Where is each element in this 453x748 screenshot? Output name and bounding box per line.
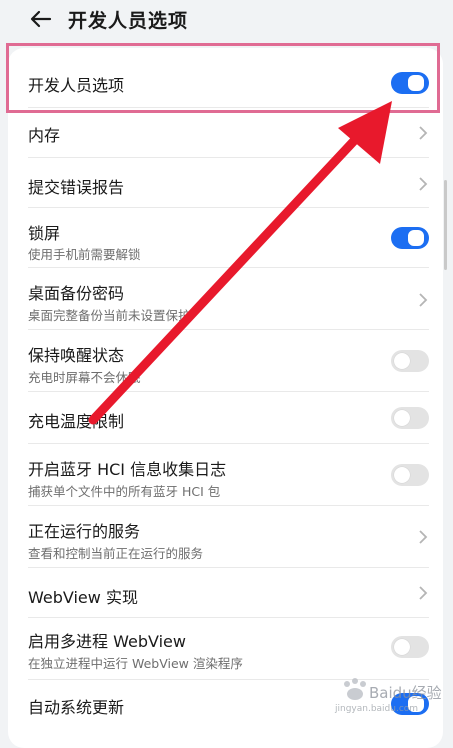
settings-list: 开发人员选项 内存 提交错误报告 锁屏 使用手机前需要解锁 桌面备份密码 桌面完…: [8, 48, 443, 748]
watermark-url: jingyan.baidu.com: [335, 704, 419, 714]
row-title: 锁屏: [28, 224, 61, 243]
row-title: 开启蓝牙 HCI 信息收集日志: [28, 460, 227, 479]
watermark-brand: Baidu经验: [369, 684, 442, 702]
multiprocess-webview-toggle[interactable]: [391, 636, 429, 658]
row-title: 自动系统更新: [28, 698, 125, 717]
row-title: 内存: [28, 126, 61, 145]
chevron-right-icon: [419, 126, 428, 140]
row-title: 保持唤醒状态: [28, 346, 125, 365]
bug-report-row[interactable]: 提交错误报告: [8, 158, 443, 208]
stay-awake-row[interactable]: 保持唤醒状态 充电时屏幕不会休眠: [8, 330, 443, 392]
charge-temp-limit-toggle[interactable]: [391, 407, 429, 429]
chevron-right-icon: [419, 293, 428, 307]
running-services-row[interactable]: 正在运行的服务 查看和控制当前正在运行的服务: [8, 506, 443, 568]
baidu-paw-icon: Baidu经验: [344, 678, 442, 702]
page-title: 开发人员选项: [68, 10, 189, 32]
bluetooth-hci-log-row[interactable]: 开启蓝牙 HCI 信息收集日志 捕获单个文件中的所有蓝牙 HCI 包: [8, 444, 443, 506]
chevron-right-icon: [419, 177, 428, 191]
stay-awake-toggle[interactable]: [391, 350, 429, 372]
lock-screen-row[interactable]: 锁屏 使用手机前需要解锁: [8, 208, 443, 268]
scrollbar[interactable]: [444, 180, 447, 270]
chevron-right-icon: [419, 530, 428, 544]
lock-screen-toggle[interactable]: [391, 227, 429, 249]
row-title: 正在运行的服务: [28, 522, 141, 541]
watermark: Baidu经验 jingyan.baidu.com: [335, 676, 445, 722]
toggle-knob: [394, 639, 410, 655]
multiprocess-webview-row[interactable]: 启用多进程 WebView 在独立进程中运行 WebView 渲染程序: [8, 618, 443, 680]
backup-password-row[interactable]: 桌面备份密码 桌面完整备份当前未设置保护: [8, 268, 443, 330]
bluetooth-hci-log-toggle[interactable]: [391, 464, 429, 486]
toggle-knob: [394, 353, 410, 369]
row-subtitle: 充电时屏幕不会休眠: [28, 370, 141, 385]
row-title: 提交错误报告: [28, 178, 125, 197]
charge-temp-limit-row[interactable]: 充电温度限制: [8, 392, 443, 444]
row-subtitle: 在独立进程中运行 WebView 渲染程序: [28, 656, 243, 671]
chevron-right-icon: [419, 586, 428, 600]
row-title: 启用多进程 WebView: [28, 632, 186, 651]
row-subtitle: 桌面完整备份当前未设置保护: [28, 308, 191, 323]
row-subtitle: 使用手机前需要解锁: [28, 247, 141, 262]
row-subtitle: 捕获单个文件中的所有蓝牙 HCI 包: [28, 484, 221, 499]
app-header: 开发人员选项: [0, 0, 453, 40]
toggle-knob: [394, 410, 410, 426]
row-title: 桌面备份密码: [28, 284, 125, 303]
row-title: 充电温度限制: [28, 412, 125, 431]
highlight-box: [6, 43, 440, 113]
row-subtitle: 查看和控制当前正在运行的服务: [28, 546, 204, 561]
memory-row[interactable]: 内存: [8, 108, 443, 158]
row-title: WebView 实现: [28, 588, 138, 607]
toggle-knob: [394, 467, 410, 483]
toggle-knob: [406, 228, 426, 248]
back-arrow-icon[interactable]: [26, 4, 56, 34]
webview-implementation-row[interactable]: WebView 实现: [8, 568, 443, 618]
